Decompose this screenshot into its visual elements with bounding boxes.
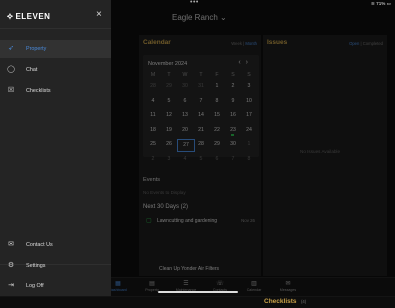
- drawer-divider: [0, 28, 111, 29]
- home-indicator[interactable]: [158, 291, 238, 293]
- drawer-item-label: Property: [26, 46, 47, 52]
- gear-icon: ⚙: [7, 261, 15, 269]
- rocket-icon: ➶: [8, 45, 14, 52]
- drawer-item-label: Contact Us: [26, 242, 53, 248]
- multitask-dots-icon[interactable]: •••: [190, 0, 199, 6]
- wifi-icon: ≋: [371, 1, 375, 6]
- drawer-item-contact-us[interactable]: ✉ Contact Us: [0, 236, 111, 254]
- drawer-item-label: Checklists: [26, 88, 51, 94]
- checklists-count: (4): [300, 299, 307, 304]
- brand-logo: ⟡ ELEVEN: [7, 11, 50, 22]
- drawer-item-label: Chat: [26, 67, 38, 73]
- drawer-item-checklists[interactable]: ☒ Checklists: [0, 82, 111, 100]
- chat-icon: ◯: [7, 66, 15, 73]
- drawer-item-label: Settings: [26, 262, 46, 269]
- drawer-item-label: Log Off: [26, 283, 44, 289]
- checklists-title: Checklists: [264, 298, 297, 305]
- side-drawer: ⟡ ELEVEN × ➶ Property ◯ Chat ☒ Checklists ✉ Con…: [0, 0, 111, 296]
- checklist-icon: ☒: [7, 87, 15, 94]
- drawer-item-log-off[interactable]: ⇥ Log Off: [0, 277, 111, 295]
- brand-name: ELEVEN: [15, 12, 51, 21]
- battery-percent: 71%: [376, 1, 386, 6]
- logout-icon: ⇥: [8, 282, 14, 289]
- drawer-item-chat[interactable]: ◯ Chat: [0, 61, 111, 79]
- close-icon[interactable]: ×: [96, 9, 102, 20]
- eleven-logo-icon: ⟡: [7, 11, 14, 21]
- battery-icon: ▭: [386, 1, 391, 6]
- status-right: ≋ 71% ▭: [371, 1, 391, 7]
- drawer-item-settings[interactable]: ⚙ Settings: [0, 257, 111, 275]
- drawer-item-property[interactable]: ➶ Property: [0, 40, 111, 58]
- mail-icon: ✉: [8, 241, 14, 248]
